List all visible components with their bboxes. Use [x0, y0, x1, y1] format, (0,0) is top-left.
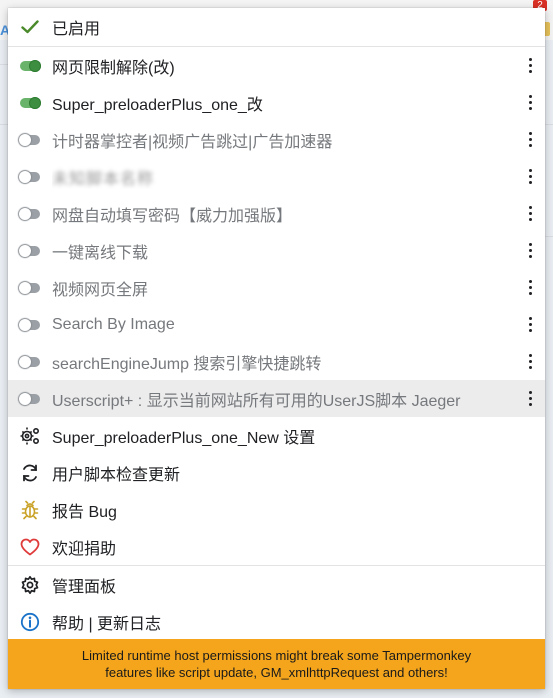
script-name: searchEngineJump 搜索引擎快捷跳转 [52, 355, 322, 373]
more-options-icon[interactable] [515, 354, 545, 369]
info-icon [8, 612, 52, 632]
more-options-icon[interactable] [515, 58, 545, 73]
bug-icon [8, 500, 52, 520]
script-row[interactable]: 视频网页全屏 [8, 269, 545, 306]
gear-icon [8, 575, 52, 595]
script-name: 视频网页全屏 [52, 281, 149, 299]
script-name: 一键离线下载 [52, 244, 149, 262]
background-page-fragment: AK [0, 22, 8, 36]
tampermonkey-popup-menu: 已启用 网页限制解除(改) Super_preloaderPlus_one_改 … [8, 8, 545, 689]
script-name: 计时器掌控者|视频广告跳过|广告加速器 [52, 133, 333, 151]
script-row[interactable]: searchEngineJump 搜索引擎快捷跳转 [8, 343, 545, 380]
script-row[interactable]: Search By Image [8, 306, 545, 343]
toggle-on-icon[interactable] [20, 59, 41, 72]
toggle-off-icon[interactable] [19, 170, 40, 183]
help-changelog-label: 帮助 | 更新日志 [52, 615, 162, 633]
menu-command-label: Super_preloaderPlus_one_New 设置 [52, 429, 316, 447]
toggle-on-icon[interactable] [20, 96, 41, 109]
check-updates-label: 用户脚本检查更新 [52, 466, 181, 484]
check-icon [8, 20, 52, 34]
script-name: 网页限制解除(改) [52, 59, 175, 77]
report-bug-label: 报告 Bug [52, 503, 117, 521]
script-row[interactable]: 计时器掌控者|视频广告跳过|广告加速器 [8, 121, 545, 158]
toggle-off-icon[interactable] [19, 207, 40, 220]
permission-warning-banner: Limited runtime host permissions might b… [8, 639, 545, 689]
toggle-off-icon[interactable] [19, 392, 40, 405]
toggle-off-icon[interactable] [19, 318, 40, 331]
more-options-icon[interactable] [515, 391, 545, 406]
dashboard-label: 管理面板 [52, 578, 117, 596]
more-options-icon[interactable] [515, 206, 545, 221]
script-name: Userscript+ : 显示当前网站所有可用的UserJS脚本 Jaeger [52, 392, 461, 410]
script-row[interactable]: Userscript+ : 显示当前网站所有可用的UserJS脚本 Jaeger [8, 380, 545, 417]
help-changelog-item[interactable]: 帮助 | 更新日志 [8, 603, 545, 640]
report-bug-item[interactable]: 报告 Bug [8, 491, 545, 528]
script-row[interactable]: Super_preloaderPlus_one_改 [8, 84, 545, 121]
script-name-obscured: 未知脚本名称 [52, 170, 155, 188]
donate-label: 欢迎捐助 [52, 540, 117, 558]
script-row[interactable]: 网盘自动填写密码【威力加强版】 [8, 195, 545, 232]
toggle-off-icon[interactable] [19, 133, 40, 146]
refresh-icon [8, 463, 52, 483]
script-name: Search By Image [52, 315, 175, 333]
dashboard-item[interactable]: 管理面板 [8, 566, 545, 603]
check-updates-item[interactable]: 用户脚本检查更新 [8, 454, 545, 491]
script-name: Super_preloaderPlus_one_改 [52, 96, 263, 114]
toggle-off-icon[interactable] [19, 355, 40, 368]
warning-line-1: Limited runtime host permissions might b… [81, 648, 472, 663]
more-options-icon[interactable] [515, 132, 545, 147]
enabled-header[interactable]: 已启用 [8, 8, 545, 46]
more-options-icon[interactable] [515, 317, 545, 332]
script-row[interactable]: 网页限制解除(改) [8, 47, 545, 84]
gears-icon [8, 426, 52, 446]
toggle-off-icon[interactable] [19, 281, 40, 294]
toggle-off-icon[interactable] [19, 244, 40, 257]
more-options-icon[interactable] [515, 243, 545, 258]
script-row[interactable]: 一键离线下载 [8, 232, 545, 269]
bg-divider [0, 124, 8, 125]
script-row[interactable]: 未知脚本名称 [8, 158, 545, 195]
menu-command-settings[interactable]: Super_preloaderPlus_one_New 设置 [8, 417, 545, 454]
bg-divider [0, 64, 8, 65]
donate-item[interactable]: 欢迎捐助 [8, 528, 545, 565]
enabled-header-label: 已启用 [52, 21, 101, 38]
more-options-icon[interactable] [515, 95, 545, 110]
more-options-icon[interactable] [515, 280, 545, 295]
heart-icon [8, 538, 52, 556]
warning-line-2: features like script update, GM_xmlhttpR… [105, 665, 448, 680]
script-name: 网盘自动填写密码【威力加强版】 [52, 207, 293, 225]
more-options-icon[interactable] [515, 169, 545, 184]
